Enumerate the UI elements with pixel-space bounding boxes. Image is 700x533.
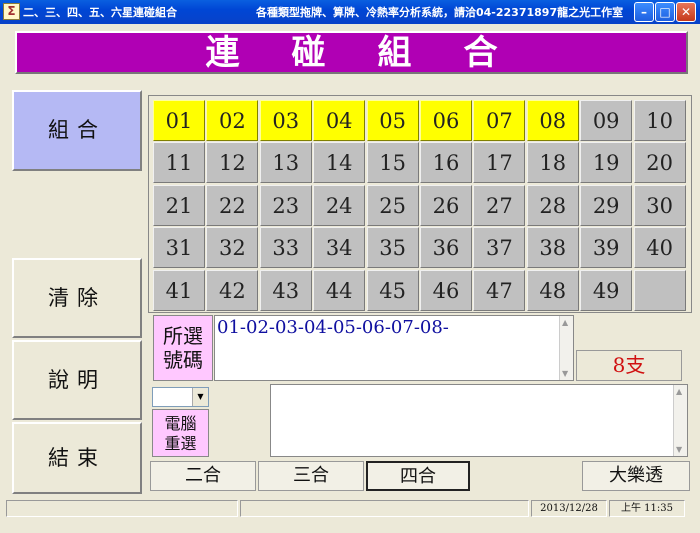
main-window: 連碰組合 組合 清除 說明 結束 01 02 03 04 05 06 07 08 09 10 11 1… [3, 24, 697, 530]
tab-two[interactable]: 二合 [150, 461, 256, 491]
banner: 連碰組合 [15, 31, 688, 74]
number-cell-36[interactable]: 36 [420, 227, 472, 269]
random-count-dropdown[interactable]: ▼ [152, 387, 209, 407]
number-cell-26[interactable]: 26 [420, 184, 472, 226]
status-date: 2013/12/28 [531, 500, 607, 517]
number-cell-18[interactable]: 18 [526, 142, 579, 184]
number-cell-44[interactable]: 44 [313, 269, 366, 311]
result-scrollbar[interactable]: ▲ ▼ [673, 385, 687, 456]
result-scroll-up-icon[interactable]: ▲ [676, 387, 682, 396]
tab-lotto[interactable]: 大樂透 [582, 461, 690, 491]
number-cell-19[interactable]: 19 [580, 142, 633, 184]
number-cell-empty [633, 269, 686, 311]
result-scroll-down-icon[interactable]: ▼ [676, 445, 682, 454]
maximize-button[interactable]: □ [655, 2, 675, 22]
status-bar: 2013/12/28 上午 11:35 [3, 498, 697, 519]
number-cell-15[interactable]: 15 [366, 142, 419, 184]
number-cell-22[interactable]: 22 [206, 184, 259, 226]
scroll-down-icon[interactable]: ▼ [562, 369, 568, 378]
minimize-button[interactable]: – [634, 2, 654, 22]
number-cell-03[interactable]: 03 [259, 100, 312, 141]
number-cell-27[interactable]: 27 [473, 184, 526, 226]
status-time: 上午 11:35 [609, 500, 685, 517]
number-cell-20[interactable]: 20 [633, 142, 686, 184]
status-panel-1 [6, 500, 238, 517]
close-button[interactable]: ✕ [676, 2, 696, 22]
number-cell-11[interactable]: 11 [153, 142, 205, 184]
number-cell-24[interactable]: 24 [313, 184, 366, 226]
number-cell-33[interactable]: 33 [259, 227, 312, 269]
number-cell-13[interactable]: 13 [259, 142, 312, 184]
number-cell-06[interactable]: 06 [420, 100, 472, 141]
number-cell-48[interactable]: 48 [526, 269, 579, 311]
number-grid: 01 02 03 04 05 06 07 08 09 10 11 12 13 14 15 16 17 18 19 20… [148, 95, 692, 313]
banner-title: 連碰組合 [205, 33, 550, 73]
number-cell-43[interactable]: 43 [259, 269, 312, 311]
exit-button[interactable]: 結束 [12, 422, 142, 494]
number-cell-45[interactable]: 45 [366, 269, 419, 311]
number-cell-21[interactable]: 21 [153, 184, 205, 226]
number-cell-09[interactable]: 09 [580, 100, 633, 141]
number-cell-02[interactable]: 02 [206, 100, 259, 141]
number-cell-31[interactable]: 31 [153, 227, 205, 269]
number-cell-25[interactable]: 25 [366, 184, 419, 226]
number-cell-47[interactable]: 47 [473, 269, 526, 311]
random-label-line2: 重選 [164, 434, 197, 453]
title-bar: Σ 二、三、四、五、六星連碰組合 各種類型拖牌、算牌、冷熱率分析系統，請洽04-… [0, 0, 700, 24]
number-cell-40[interactable]: 40 [633, 227, 686, 269]
status-panel-2 [240, 500, 529, 517]
help-button[interactable]: 說明 [12, 340, 142, 420]
number-cell-37[interactable]: 37 [473, 227, 526, 269]
number-cell-12[interactable]: 12 [206, 142, 259, 184]
number-cell-49[interactable]: 49 [580, 269, 633, 311]
number-cell-05[interactable]: 05 [366, 100, 419, 141]
number-cell-38[interactable]: 38 [526, 227, 579, 269]
number-cell-32[interactable]: 32 [206, 227, 259, 269]
tab-three[interactable]: 三合 [258, 461, 364, 491]
selected-label-line1: 所選 [163, 324, 203, 348]
number-cell-16[interactable]: 16 [420, 142, 472, 184]
number-cell-04[interactable]: 04 [313, 100, 366, 141]
app-icon[interactable]: Σ [3, 3, 20, 20]
window-subtitle: 各種類型拖牌、算牌、冷熱率分析系統，請洽04-22371897龍之光工作室 [256, 6, 624, 19]
scroll-up-icon[interactable]: ▲ [562, 318, 568, 327]
number-cell-07[interactable]: 07 [473, 100, 526, 141]
number-cell-34[interactable]: 34 [313, 227, 366, 269]
number-cell-42[interactable]: 42 [206, 269, 259, 311]
number-cell-14[interactable]: 14 [313, 142, 366, 184]
selected-numbers-scrollbar[interactable]: ▲ ▼ [559, 316, 573, 380]
number-cell-46[interactable]: 46 [420, 269, 472, 311]
count-display: 8支 [576, 350, 682, 381]
number-cell-30[interactable]: 30 [633, 184, 686, 226]
number-cell-41[interactable]: 41 [153, 269, 205, 311]
number-cell-01[interactable]: 01 [153, 100, 205, 141]
combine-button[interactable]: 組合 [12, 90, 142, 171]
number-cell-23[interactable]: 23 [259, 184, 312, 226]
number-cell-29[interactable]: 29 [580, 184, 633, 226]
selected-label-line2: 號碼 [163, 348, 203, 372]
window-title: 二、三、四、五、六星連碰組合 [23, 6, 177, 19]
number-cell-35[interactable]: 35 [366, 227, 419, 269]
chevron-down-icon[interactable]: ▼ [192, 388, 208, 406]
random-reselect-button[interactable]: 電腦 重選 [152, 409, 209, 457]
clear-button[interactable]: 清除 [12, 258, 142, 338]
number-cell-28[interactable]: 28 [526, 184, 579, 226]
number-cell-39[interactable]: 39 [580, 227, 633, 269]
random-label-line1: 電腦 [164, 414, 197, 433]
selected-numbers-label: 所選 號碼 [153, 315, 213, 381]
number-cell-17[interactable]: 17 [473, 142, 526, 184]
result-field[interactable]: ▲ ▼ [270, 384, 688, 457]
selected-numbers-text: 01-02-03-04-05-06-07-08- [217, 317, 449, 338]
tab-four[interactable]: 四合 [366, 461, 470, 491]
number-cell-10[interactable]: 10 [633, 100, 686, 141]
number-cell-08[interactable]: 08 [526, 100, 579, 141]
selected-numbers-field[interactable]: 01-02-03-04-05-06-07-08- ▲ ▼ [214, 315, 574, 381]
